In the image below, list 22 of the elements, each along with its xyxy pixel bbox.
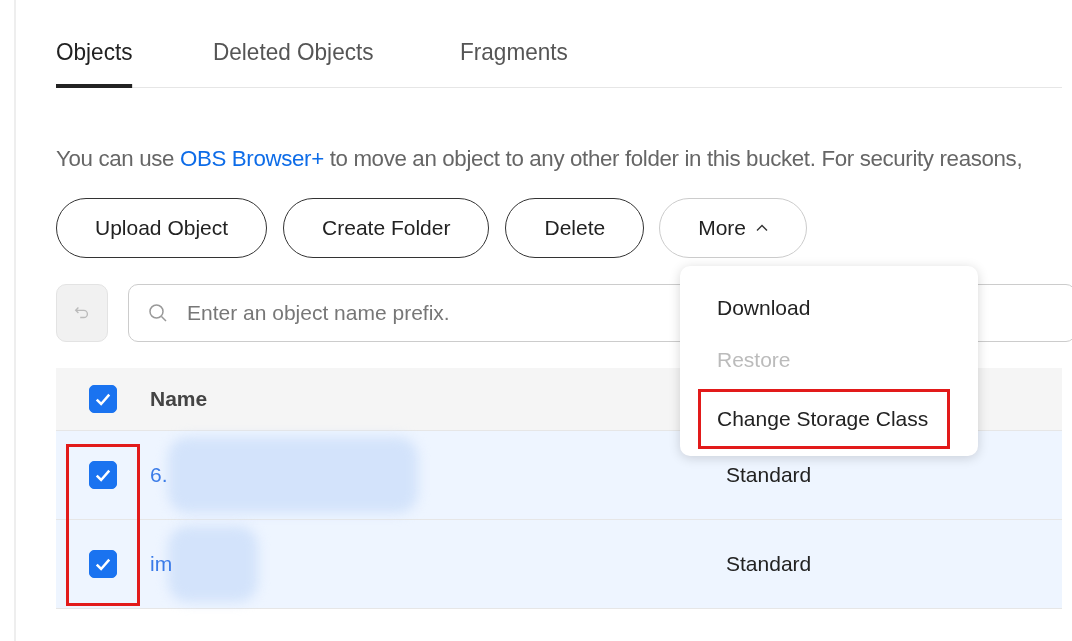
tab[interactable]: Deleted Objects bbox=[213, 34, 374, 88]
table-row[interactable]: im Standard bbox=[56, 520, 1062, 609]
notice-text: You can use OBS Browser+ to move an object to any other folder in this bucket. For security reasons, bbox=[56, 146, 1024, 172]
checkbox[interactable] bbox=[89, 550, 117, 578]
browser-link[interactable]: OBS Browser+ bbox=[179, 146, 324, 171]
action-button[interactable]: Create Folder bbox=[283, 198, 490, 258]
checkbox[interactable] bbox=[89, 461, 117, 489]
search-icon bbox=[148, 303, 168, 323]
menu-item[interactable]: Download bbox=[680, 288, 978, 328]
action-button[interactable]: Upload Object bbox=[56, 198, 268, 258]
table-cell: Standard bbox=[726, 463, 812, 487]
table-cell: Standard bbox=[726, 552, 812, 576]
tab[interactable]: Objects bbox=[56, 34, 133, 88]
tab[interactable]: Fragments bbox=[460, 34, 568, 88]
table-row[interactable]: 6. Standard bbox=[56, 431, 1062, 520]
object-name-link[interactable]: 6. bbox=[150, 463, 168, 487]
checkbox[interactable] bbox=[89, 385, 117, 413]
action-button[interactable]: Delete bbox=[505, 198, 645, 258]
object-name-link[interactable]: im bbox=[150, 552, 173, 576]
caret-icon bbox=[756, 224, 769, 232]
more-button[interactable]: More bbox=[659, 198, 808, 258]
column-header: Name bbox=[150, 387, 208, 411]
